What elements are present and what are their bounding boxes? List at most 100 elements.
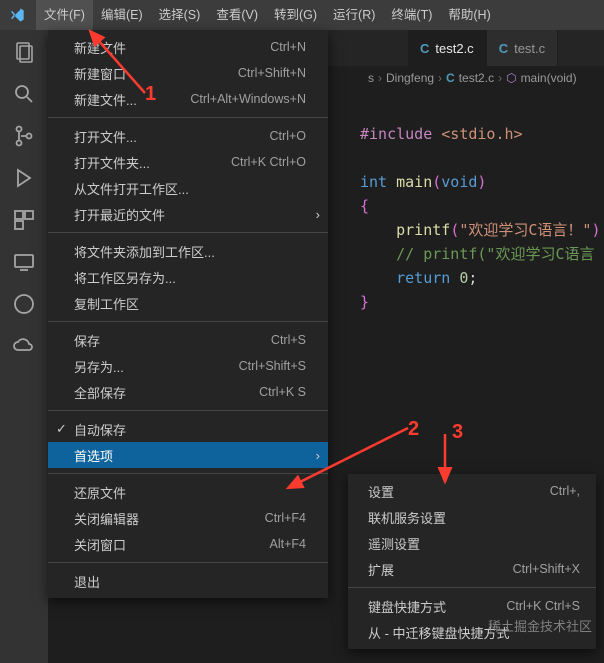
menu-item-label: 打开文件... — [74, 127, 137, 146]
menu-run[interactable]: 运行(R) — [325, 0, 383, 30]
menubar: 文件(F) 编辑(E) 选择(S) 查看(V) 转到(G) 运行(R) 终端(T… — [0, 0, 604, 30]
menu-item[interactable]: 打开文件夹...Ctrl+K Ctrl+O — [48, 149, 328, 175]
menu-item-label: 扩展 — [368, 560, 394, 579]
activity-bar — [0, 30, 48, 663]
chevron-right-icon: › — [316, 207, 320, 222]
menu-item[interactable]: 打开文件... Ctrl+O — [48, 123, 328, 149]
menu-item[interactable]: 将文件夹添加到工作区... — [48, 238, 328, 264]
breadcrumb-seg: Dingfeng — [386, 71, 434, 85]
keyboard-shortcut: Alt+F4 — [270, 537, 306, 551]
code-token: <stdio.h> — [432, 125, 522, 143]
keyboard-shortcut: Ctrl+Shift+N — [238, 66, 306, 80]
menu-item-label: 复制工作区 — [74, 294, 139, 313]
menu-item[interactable]: 全部保存Ctrl+K S — [48, 379, 328, 405]
menu-item-label: 将工作区另存为... — [74, 268, 176, 287]
menu-item[interactable]: 关闭编辑器 Ctrl+F4 — [48, 505, 328, 531]
code-token: #include — [360, 125, 432, 143]
tab-label: test2.c — [435, 41, 473, 56]
menu-item-label: 打开最近的文件 — [74, 205, 165, 224]
menu-item[interactable]: 保存 Ctrl+S — [48, 327, 328, 353]
tab-test[interactable]: C test.c — [487, 30, 558, 66]
menu-item[interactable]: 新建文件... Ctrl+Alt+Windows+N — [48, 86, 328, 112]
menu-item[interactable]: 新建窗口 Ctrl+Shift+N — [48, 60, 328, 86]
chevron-right-icon: › — [438, 71, 442, 85]
keyboard-shortcut: Ctrl+Shift+S — [239, 359, 306, 373]
menu-item[interactable]: 新建文件 Ctrl+N — [48, 34, 328, 60]
code-token: { — [360, 197, 369, 215]
menu-file[interactable]: 文件(F) — [36, 0, 93, 30]
code-token: "欢迎学习C语言！" — [459, 221, 591, 239]
keyboard-shortcut: Ctrl+O — [270, 129, 306, 143]
keyboard-shortcut: Ctrl+Alt+Windows+N — [190, 92, 306, 106]
remote-icon[interactable] — [10, 248, 38, 276]
code-token: int — [360, 173, 396, 191]
menu-item[interactable]: 将工作区另存为... — [48, 264, 328, 290]
menu-item[interactable]: 另存为... Ctrl+Shift+S — [48, 353, 328, 379]
menu-separator — [48, 321, 328, 322]
menu-item[interactable]: 退出 — [48, 568, 328, 594]
code-token: } — [360, 293, 369, 311]
menu-go[interactable]: 转到(G) — [266, 0, 325, 30]
chevron-right-icon: › — [316, 448, 320, 463]
c-file-icon: C — [420, 41, 429, 56]
code-token: void — [441, 173, 477, 191]
code-token: ( — [450, 221, 459, 239]
menu-separator — [48, 410, 328, 411]
menu-item-label: 打开文件夹... — [74, 153, 150, 172]
github-icon[interactable] — [10, 290, 38, 318]
code-token: ; — [468, 269, 477, 287]
menu-item-label: 新建文件 — [74, 38, 126, 57]
menu-item[interactable]: 首选项 › — [48, 442, 328, 468]
chevron-right-icon: › — [378, 71, 382, 85]
menu-item-label: 关闭编辑器 — [74, 509, 139, 528]
menu-item-label: 从文件打开工作区... — [74, 179, 189, 198]
menu-item-label: 另存为... — [74, 357, 124, 376]
tab-test2[interactable]: C test2.c — [408, 30, 487, 66]
submenu-item[interactable]: 扩展 Ctrl+Shift+X — [348, 556, 596, 582]
menu-item[interactable]: 从文件打开工作区... — [48, 175, 328, 201]
symbol-method-icon: ⬡ — [506, 71, 516, 85]
menu-item-label: 保存 — [74, 331, 100, 350]
menu-item[interactable]: 打开最近的文件 › — [48, 201, 328, 227]
submenu-item[interactable]: 设置Ctrl+, — [348, 478, 596, 504]
submenu-item[interactable]: 遥测设置 — [348, 530, 596, 556]
menu-separator — [48, 232, 328, 233]
keyboard-shortcut: Ctrl+S — [271, 333, 306, 347]
cloud-icon[interactable] — [10, 332, 38, 360]
menu-help[interactable]: 帮助(H) — [440, 0, 498, 30]
keyboard-shortcut: Ctrl+F4 — [265, 511, 306, 525]
extensions-icon[interactable] — [10, 206, 38, 234]
submenu-item[interactable]: 联机服务设置 — [348, 504, 596, 530]
breadcrumb-seg: main(void) — [521, 71, 577, 85]
menu-item-label: 还原文件 — [74, 483, 126, 502]
menu-item-label: 新建文件... — [74, 90, 137, 109]
code-token: ( — [432, 173, 441, 191]
menu-selection[interactable]: 选择(S) — [151, 0, 209, 30]
menu-item-label: 全部保存 — [74, 383, 126, 402]
menu-item-label: 首选项 — [74, 446, 113, 465]
menu-item[interactable]: ✓自动保存 — [48, 416, 328, 442]
search-icon[interactable] — [10, 80, 38, 108]
source-control-icon[interactable] — [10, 122, 38, 150]
menu-item[interactable]: 关闭窗口Alt+F4 — [48, 531, 328, 557]
keyboard-shortcut: Ctrl+N — [270, 40, 306, 54]
menu-item[interactable]: 还原文件 — [48, 479, 328, 505]
menu-item-label: 键盘快捷方式 — [368, 597, 446, 616]
menu-item-label: 将文件夹添加到工作区... — [74, 242, 215, 261]
code-token: ) — [591, 221, 600, 239]
c-file-icon: C — [446, 71, 455, 85]
menu-separator — [48, 562, 328, 563]
keyboard-shortcut: Ctrl+Shift+X — [513, 562, 580, 576]
menu-edit[interactable]: 编辑(E) — [93, 0, 151, 30]
menu-separator — [348, 587, 596, 588]
breadcrumb-seg: test2.c — [459, 71, 494, 85]
menu-item-label: 联机服务设置 — [368, 508, 446, 527]
menu-view[interactable]: 查看(V) — [208, 0, 266, 30]
run-debug-icon[interactable] — [10, 164, 38, 192]
menu-item-label: 新建窗口 — [74, 64, 126, 83]
menu-item[interactable]: 复制工作区 — [48, 290, 328, 316]
vscode-logo-icon — [8, 6, 26, 24]
menu-terminal[interactable]: 终端(T) — [383, 0, 440, 30]
menu-separator — [48, 473, 328, 474]
explorer-icon[interactable] — [10, 38, 38, 66]
